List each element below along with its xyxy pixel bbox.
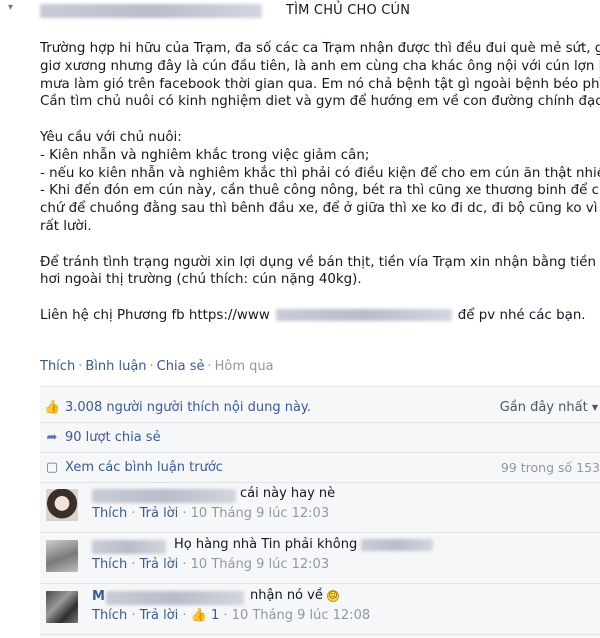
- view-previous-row: ▢ Xem các bình luận trước 99 trong số 15…: [40, 453, 600, 483]
- comment-reply-link[interactable]: Trả lời: [140, 608, 179, 623]
- sort-dropdown[interactable]: Gần đây nhất ▼: [500, 400, 598, 415]
- requirement-line: rất lười.: [40, 218, 92, 234]
- body-line: giơ xương nhưng đây là cún đầu tiên, là …: [40, 58, 600, 74]
- comment-count: 99 trong số 153: [500, 460, 600, 475]
- body-line: Trường hợp hi hữu của Trạm, đa số các ca…: [40, 41, 600, 56]
- shares-row: ➦ 90 lượt chia sẻ: [40, 423, 600, 453]
- comment-text: Họ hàng nhà Tin phải không: [174, 537, 434, 552]
- body-line: Để tránh tình trạng người xin lợi dụng v…: [40, 254, 600, 270]
- post-timestamp[interactable]: Hôm qua: [215, 359, 274, 374]
- post-title: TÌM CHỦ CHO CÚN: [286, 3, 411, 18]
- post-body: Trường hợp hi hữu của Trạm, đa số các ca…: [40, 40, 600, 325]
- comment-like-link[interactable]: Thích: [92, 557, 127, 572]
- body-line: Cần tìm chủ nuôi có kinh nghiệm diet và …: [40, 94, 600, 110]
- contact-suffix: để pv nhé các bạn.: [457, 307, 586, 323]
- smile-emoji-icon: ☺: [326, 589, 339, 602]
- body-line: mưa làm gió trên facebook thời gian qua.…: [40, 76, 600, 92]
- comment-meta: Thích · Trả lời · 👍 1 · 10 Tháng 9 lúc 1…: [92, 608, 371, 623]
- view-previous-comments-link[interactable]: Xem các bình luận trước: [65, 460, 223, 475]
- comment-item: cái này hay nè Thích · Trả lời · 10 Thán…: [40, 483, 600, 533]
- thumbs-up-icon: 👍: [44, 400, 61, 415]
- comment-like-link[interactable]: Thích: [92, 608, 127, 623]
- body-line: hơi ngoài thị trường (chú thích: cún nặn…: [40, 272, 362, 288]
- commenter-name-redacted[interactable]: [106, 591, 244, 605]
- comment-timestamp[interactable]: 10 Tháng 9 lúc 12:03: [191, 557, 329, 572]
- post-actions: Thích · Bình luận · Chia sẻ · Hôm qua: [40, 359, 274, 374]
- avatar[interactable]: [46, 489, 78, 521]
- contact-line: Liên hệ chị Phương fb https://www để pv n…: [40, 307, 600, 325]
- contact-url-redacted[interactable]: [275, 308, 452, 321]
- requirements-heading: Yêu cầu với chủ nuôi:: [40, 129, 182, 145]
- avatar[interactable]: [46, 540, 78, 572]
- comment-reply-link[interactable]: Trả lời: [140, 557, 179, 572]
- comment-reply-link[interactable]: Trả lời: [140, 506, 179, 521]
- comment-link[interactable]: Bình luận: [85, 359, 146, 374]
- commenter-name-initial[interactable]: M: [92, 589, 105, 604]
- tagged-name-redacted[interactable]: [361, 538, 434, 551]
- comment-meta: Thích · Trả lời · 10 Tháng 9 lúc 12:03: [92, 557, 330, 572]
- comment-text: nhận nó về ☺: [250, 588, 339, 603]
- commenter-name-redacted[interactable]: [92, 489, 236, 503]
- comment-text: cái này hay nè: [240, 486, 336, 501]
- likes-row: 👍 3.008 người người thích nội dung này. …: [40, 393, 600, 423]
- requirement-line: - Kiên nhẫn và nghiêm khắc trong việc gi…: [40, 147, 370, 163]
- like-link[interactable]: Thích: [40, 359, 75, 374]
- comment-like-count[interactable]: 1: [211, 608, 219, 623]
- comment-item: M nhận nó về ☺ Thích · Trả lời · 👍 1 · 1…: [40, 585, 600, 635]
- commenter-name-redacted[interactable]: [92, 540, 166, 554]
- comment-item: Họ hàng nhà Tin phải không Thích · Trả l…: [40, 534, 600, 584]
- comment-like-link[interactable]: Thích: [92, 506, 127, 521]
- avatar[interactable]: [46, 591, 78, 623]
- speech-bubble-icon: ▢: [45, 460, 59, 475]
- post-header: ▾ TÌM CHỦ CHO CÚN: [0, 0, 600, 24]
- requirement-line: chứ để chuồng đằng sau thì bênh đầu xe, …: [40, 201, 600, 217]
- likes-summary[interactable]: 3.008 người người thích nội dung này.: [65, 400, 311, 415]
- chevron-down-icon[interactable]: ▾: [8, 2, 13, 13]
- contact-prefix: Liên hệ chị Phương fb https://www: [40, 307, 270, 323]
- thumbs-up-icon: 👍: [190, 608, 207, 623]
- comment-timestamp[interactable]: 10 Tháng 9 lúc 12:08: [232, 608, 370, 623]
- facebook-post: ▾ TÌM CHỦ CHO CÚN Trường hợp hi hữu của …: [0, 0, 600, 638]
- comment-meta: Thích · Trả lời · 10 Tháng 9 lúc 12:03: [92, 506, 330, 521]
- author-name-redacted[interactable]: [40, 4, 262, 18]
- requirement-line: - nếu ko kiên nhẫn và nghiêm khắc thì ph…: [40, 165, 600, 181]
- share-link[interactable]: Chia sẻ: [157, 359, 205, 374]
- shares-count-link[interactable]: 90 lượt chia sẻ: [65, 430, 161, 445]
- feedback-section: 👍 3.008 người người thích nội dung này. …: [40, 386, 600, 638]
- share-arrow-icon: ➦: [46, 430, 58, 445]
- requirement-line: - Khi đến đón em cún này, cần thuê công …: [40, 183, 600, 199]
- chevron-down-icon: ▼: [591, 403, 598, 412]
- comment-timestamp[interactable]: 10 Tháng 9 lúc 12:03: [191, 506, 329, 521]
